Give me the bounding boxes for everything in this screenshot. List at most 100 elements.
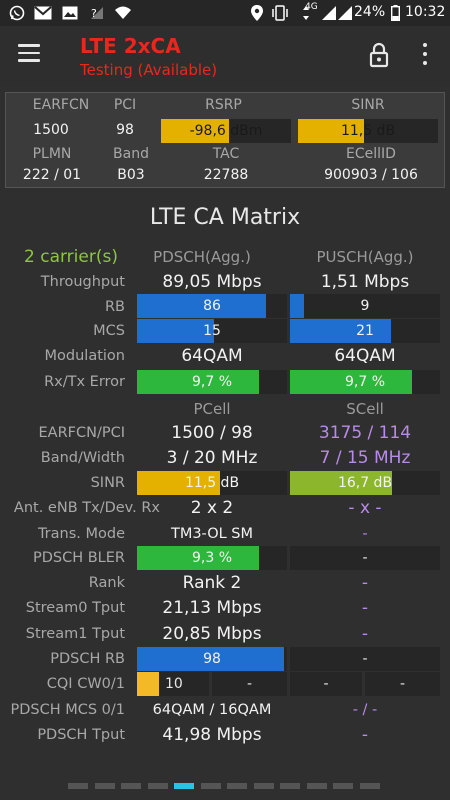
error-pdsch-value: 9,7 % [191,374,233,390]
sinr-pcell-bar: 11,5 dB [137,471,287,495]
lock-icon[interactable] [368,42,390,68]
menu-icon[interactable] [18,44,42,66]
page-dot-4[interactable] [147,783,168,789]
tac-value: 22788 [203,167,249,183]
trans-mode-pcell: TM3-OL SM [170,526,254,542]
pdsch-rb-label: PDSCH RB [50,651,125,667]
modulation-label: Modulation [44,348,125,364]
scell-column-header: SCell [346,400,384,418]
antenna-scell: - x - [348,498,382,518]
svg-text:?: ? [91,7,97,20]
bler-pcell-bar: 9,3 % [137,546,287,570]
matrix-title: LTE CA Matrix [149,205,301,230]
error-pusch-value: 9,7 % [344,374,386,390]
cqi-pcell-cw0-fill [137,672,159,696]
rank-pcell: Rank 2 [182,573,242,593]
rb-pusch-value: 9 [360,298,370,314]
pdsch-bler-label: PDSCH BLER [32,550,125,566]
bler-pcell-value: 9,3 % [191,550,233,566]
pdsch-mcs-scell: - / - [352,702,378,718]
rb-pusch-bar: 9 [290,294,440,318]
throughput-pdsch: 89,05 Mbps [162,272,262,292]
stream0-scell: - [361,598,369,618]
stream0-label: Stream0 Tput [25,600,125,616]
page-dot-12[interactable] [359,783,380,789]
page-dot-9[interactable] [280,783,300,789]
pdsch-tput-pcell: 41,98 Mbps [162,725,262,745]
earfcn-pci-scell: 3175 / 114 [318,423,412,443]
pcell-column-header: PCell [193,400,231,418]
sinr-bar: 11,5 dB [298,119,438,143]
band-width-label: Band/Width [40,450,125,466]
app-subtitle: Testing (Available) [80,61,218,79]
page-dot-7[interactable] [227,783,247,789]
stream1-pcell: 20,85 Mbps [162,624,262,644]
sinr-row-label: SINR [90,475,125,491]
band-width-scell: 7 / 15 MHz [319,448,411,468]
rank-label: Rank [88,575,125,591]
modulation-pdsch: 64QAM [181,346,243,366]
cqi-pcell-cw1: - [212,672,287,696]
cqi-scell-cw1: - [365,672,440,696]
page-dot-3[interactable] [121,783,141,789]
pdsch-rb-pcell-bar: 98 [137,647,287,671]
wifi-icon [114,4,132,22]
rx-tx-error-label: Rx/Tx Error [44,374,125,390]
network-type: 4G [305,2,318,12]
page-dot-6[interactable] [200,783,221,789]
app-bar: LTE 2xCA Testing (Available) [0,26,450,86]
rb-pdsch-bar: 86 [137,294,287,318]
cqi-pcell-cw0-value: 10 [165,676,183,692]
sinr-value: 11,5 dB [340,123,396,139]
band-value: B03 [117,167,145,183]
pdsch-mcs-label: PDSCH MCS 0/1 [10,702,125,718]
page-dot-8[interactable] [253,783,274,789]
serving-cell-panel: EARFCN PCI RSRP SINR 1500 98 -98,6 dBm 1… [5,92,445,188]
earfcn-pci-label: EARFCN/PCI [38,425,126,441]
rb-label: RB [104,299,125,315]
pdsch-rb-scell: - [290,647,440,671]
pdsch-tput-label: PDSCH Tput [37,727,125,743]
pdsch-rb-pcell-value: 98 [203,651,221,667]
sim-icon: ? [88,4,106,22]
stream0-pcell: 21,13 Mbps [162,598,262,618]
trans-mode-label: Trans. Mode [37,526,125,542]
pdsch-mcs-pcell: 64QAM / 16QAM [152,702,272,718]
page-dot-11[interactable] [333,783,353,789]
pdsch-column-header: PDSCH(Agg.) [153,248,251,266]
bler-scell: - [290,546,440,570]
band-label: Band [113,146,149,162]
error-pdsch-bar: 9,7 % [137,370,287,394]
pci-value: 98 [116,122,134,138]
overflow-menu-icon[interactable] [418,43,432,69]
tac-label: TAC [212,146,240,162]
page-dot-10[interactable] [306,783,327,789]
clock: 10:32 [405,4,446,20]
sinr-label: SINR [351,97,385,113]
page-dot-5[interactable] [174,783,194,789]
mcs-pdsch-bar: 15 [137,319,287,343]
pdsch-tput-scell: - [361,725,369,745]
earfcn-value: 1500 [33,122,69,138]
pci-label: PCI [113,97,137,113]
page-dot-1[interactable] [68,783,88,789]
battery-icon [390,4,400,22]
antenna-label: Ant. eNB Tx/Dev. Rx [13,500,160,516]
ecellid-label: ECellID [346,146,396,162]
mcs-pusch-value: 21 [356,323,374,339]
rsrp-label: RSRP [205,97,242,113]
page-dot-2[interactable] [94,783,115,789]
cqi-pcell-cw0: 10 [137,672,209,696]
rb-pdsch-value: 86 [203,298,221,314]
throughput-pusch: 1,51 Mbps [320,272,410,292]
vibrate-icon [271,4,289,22]
rsrp-bar: -98,6 dBm [161,119,291,143]
ecellid-value: 900903 / 106 [324,167,418,183]
status-bar: ? 4G 24% 10:32 [0,0,450,26]
plmn-label: PLMN [32,146,72,162]
error-pusch-bar: 9,7 % [290,370,440,394]
stream1-scell: - [361,624,369,644]
sinr-scell-value: 16,7 dB [337,475,393,491]
battery-percent: 24% [354,4,386,20]
cell-signal-2-icon [336,4,354,22]
